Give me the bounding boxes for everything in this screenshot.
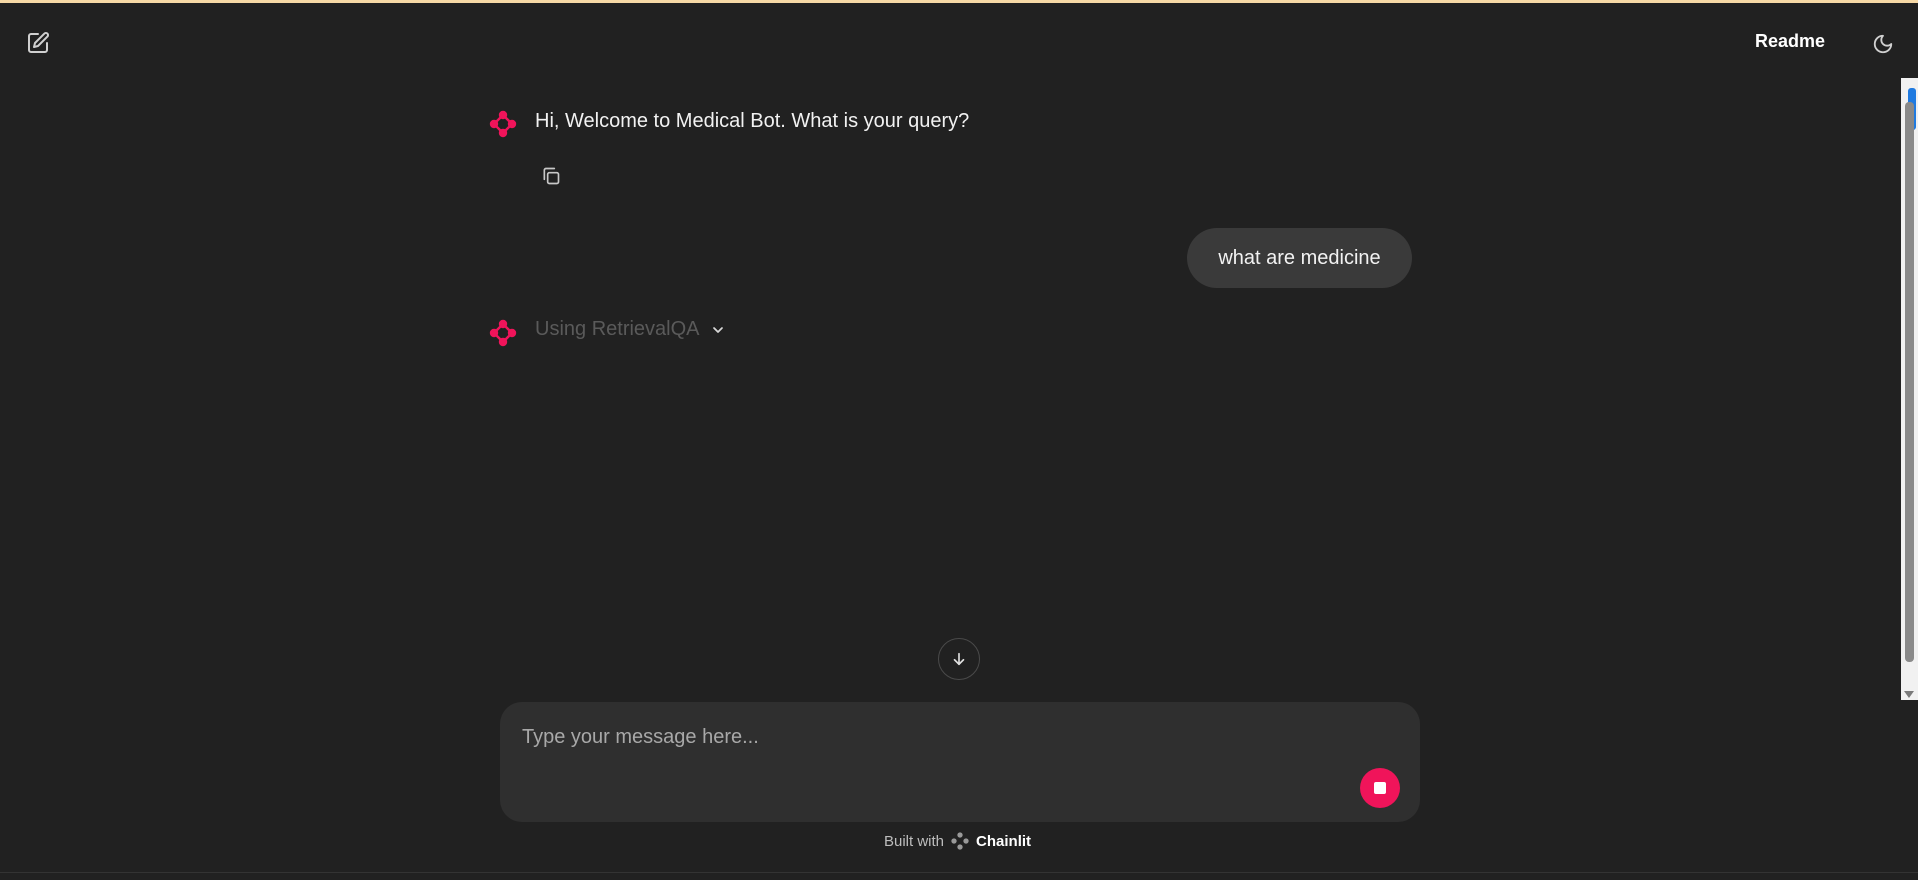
chevron-down-icon <box>712 326 723 333</box>
header: Readme <box>0 3 1918 77</box>
scroll-to-bottom-button[interactable] <box>938 638 980 680</box>
chainlit-logo-icon <box>951 832 969 850</box>
readme-button[interactable]: Readme <box>1755 31 1825 52</box>
built-with-footer[interactable]: Built with Chainlit <box>884 831 1031 851</box>
moon-icon <box>1873 34 1893 54</box>
stop-button[interactable] <box>1360 768 1400 808</box>
arrow-down-icon <box>953 652 965 666</box>
theme-toggle-button[interactable] <box>1866 27 1900 61</box>
edit-icon <box>28 32 49 53</box>
chainlit-brand: Chainlit <box>976 832 1032 850</box>
scrollbar[interactable] <box>1901 78 1918 700</box>
user-message-bubble: what are medicine <box>1187 228 1412 288</box>
bot-avatar-icon <box>489 319 517 347</box>
new-chat-button[interactable] <box>22 27 54 59</box>
scrollbar-thumb[interactable] <box>1905 102 1914 662</box>
bot-message: Hi, Welcome to Medical Bot. What is your… <box>535 110 970 132</box>
copy-icon <box>543 167 560 185</box>
user-message-text: what are medicine <box>1218 246 1381 269</box>
copy-button[interactable] <box>535 162 567 190</box>
step-toggle[interactable]: Using RetrievalQA <box>535 318 726 341</box>
stop-icon <box>1374 782 1386 794</box>
scroll-down-arrow-icon[interactable] <box>1904 691 1914 698</box>
step-label: Using RetrievalQA <box>535 318 700 340</box>
message-input[interactable] <box>520 718 1364 756</box>
built-with-text: Built with <box>884 832 945 850</box>
bot-avatar-icon <box>489 110 517 138</box>
bottom-divider <box>0 872 1918 873</box>
message-composer <box>500 702 1420 822</box>
